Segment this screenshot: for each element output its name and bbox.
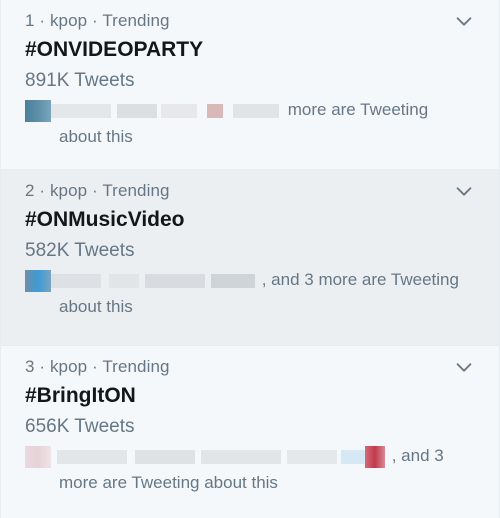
tweeting-text: more are Tweeting [287,100,429,119]
trend-hashtag[interactable]: #ONMusicVideo [25,208,185,232]
trend-context: , and 3 more are Tweeting about this [25,442,475,496]
blurred-avatars [25,99,283,122]
tweeting-text: , and 3 [391,446,444,465]
trend-hashtag[interactable]: #ONVIDEOPARTY [25,38,203,62]
blurred-avatars [25,445,387,468]
trend-context: more are Tweeting about this [25,96,475,150]
tweeting-text: , and 3 more are Tweeting [261,270,459,289]
trend-hashtag[interactable]: #BringItON [25,384,136,408]
trend-item[interactable]: 1 · kpop · Trending #ONVIDEOPARTY 891K T… [1,0,499,170]
chevron-down-icon[interactable] [453,356,475,378]
trend-tweet-count: 656K Tweets [25,416,135,437]
trend-tweet-count: 582K Tweets [25,240,135,261]
trends-list: 1 · kpop · Trending #ONVIDEOPARTY 891K T… [0,0,500,518]
trend-tweet-count: 891K Tweets [25,70,135,91]
tweeting-text-continued: more are Tweeting about this [59,473,278,492]
trend-meta: 3 · kpop · Trending [25,357,170,376]
trend-meta: 1 · kpop · Trending [25,11,170,30]
trend-item[interactable]: 2 · kpop · Trending #ONMusicVideo 582K T… [1,170,499,346]
tweeting-text-continued: about this [59,127,133,146]
chevron-down-icon[interactable] [453,10,475,32]
trend-context: , and 3 more are Tweeting about this [25,266,475,320]
trend-item[interactable]: 3 · kpop · Trending #BringItON 656K Twee… [1,346,499,518]
trend-meta: 2 · kpop · Trending [25,181,170,200]
chevron-down-icon[interactable] [453,180,475,202]
tweeting-text-continued: about this [59,297,133,316]
blurred-avatars [25,269,257,292]
